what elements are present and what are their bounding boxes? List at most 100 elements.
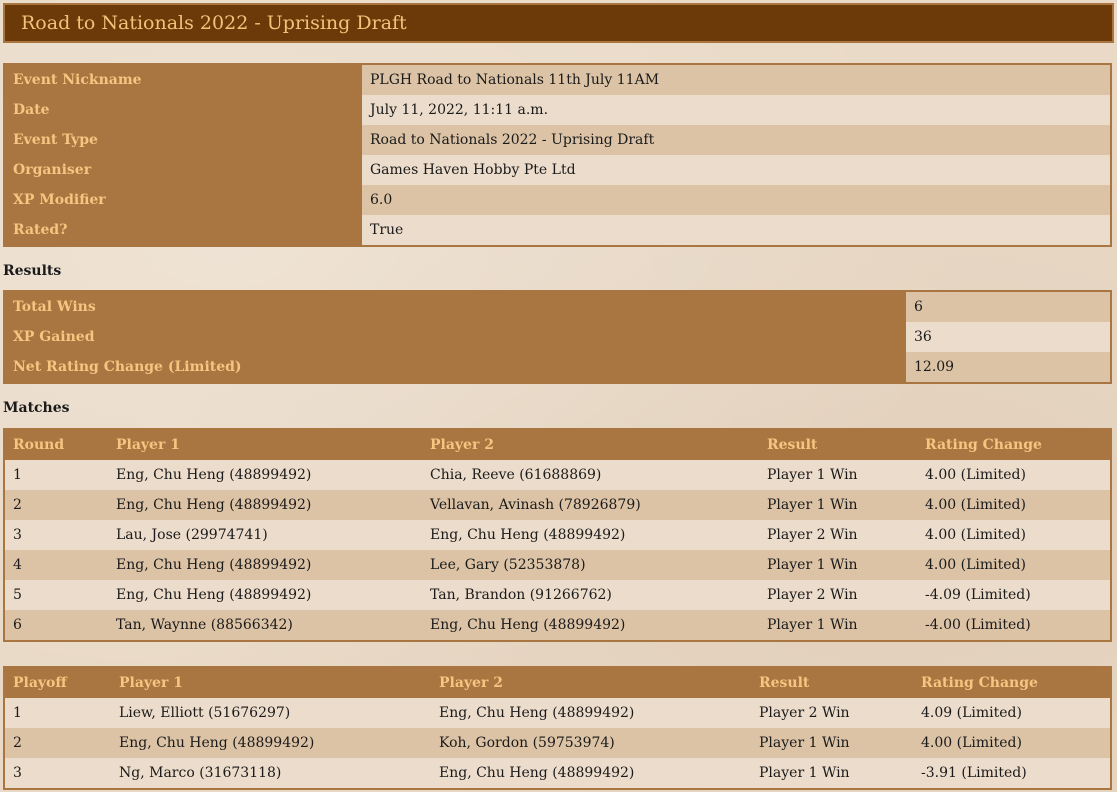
column-header-round[interactable]: Round — [5, 430, 108, 460]
column-header-player1[interactable]: Player 1 — [108, 430, 422, 460]
match-round: 2 — [5, 490, 108, 520]
detail-value: July 11, 2022, 11:11 a.m. — [362, 95, 1110, 125]
detail-label: Event Type — [5, 125, 362, 155]
playoff-round: 1 — [5, 698, 111, 728]
detail-value: 6.0 — [362, 185, 1110, 215]
detail-row: Organiser Games Haven Hobby Pte Ltd — [5, 155, 1110, 185]
match-rating-change: -4.00 (Limited) — [917, 610, 1110, 640]
match-rating-change: 4.00 (Limited) — [917, 460, 1110, 490]
playoff-player2: Koh, Gordon (59753974) — [431, 728, 751, 758]
match-rating-change: 4.00 (Limited) — [917, 550, 1110, 580]
playoff-rating-change: 4.00 (Limited) — [913, 728, 1110, 758]
playoff-player1: Ng, Marco (31673118) — [111, 758, 431, 788]
detail-value: True — [362, 215, 1110, 245]
playoffs-table: Playoff Player 1 Player 2 Result Rating … — [3, 666, 1112, 790]
match-result: Player 1 Win — [759, 490, 917, 520]
playoff-player1: Liew, Elliott (51676297) — [111, 698, 431, 728]
match-result: Player 1 Win — [759, 460, 917, 490]
detail-row: Rated? True — [5, 215, 1110, 245]
result-row: XP Gained 36 — [5, 322, 1110, 352]
match-result: Player 1 Win — [759, 550, 917, 580]
detail-label: Date — [5, 95, 362, 125]
detail-row: Date July 11, 2022, 11:11 a.m. — [5, 95, 1110, 125]
match-player2: Chia, Reeve (61688869) — [422, 460, 759, 490]
playoff-rating-change: -3.91 (Limited) — [913, 758, 1110, 788]
result-row: Net Rating Change (Limited) 12.09 — [5, 352, 1110, 382]
column-header-player2[interactable]: Player 2 — [431, 668, 751, 698]
playoff-row: 1 Liew, Elliott (51676297) Eng, Chu Heng… — [5, 698, 1110, 728]
result-value: 36 — [906, 322, 1110, 352]
match-player1: Lau, Jose (29974741) — [108, 520, 422, 550]
result-label: XP Gained — [5, 322, 906, 352]
column-header-result[interactable]: Result — [759, 430, 917, 460]
result-label: Total Wins — [5, 292, 906, 322]
page-title-bar: Road to Nationals 2022 - Uprising Draft — [3, 3, 1114, 43]
match-player2: Tan, Brandon (91266762) — [422, 580, 759, 610]
match-round: 5 — [5, 580, 108, 610]
match-result: Player 2 Win — [759, 580, 917, 610]
column-header-rating-change[interactable]: Rating Change — [917, 430, 1110, 460]
column-header-result[interactable]: Result — [751, 668, 913, 698]
detail-row: XP Modifier 6.0 — [5, 185, 1110, 215]
playoff-round: 2 — [5, 728, 111, 758]
column-header-playoff[interactable]: Playoff — [5, 668, 111, 698]
detail-row: Event Nickname PLGH Road to Nationals 11… — [5, 65, 1110, 95]
result-value: 12.09 — [906, 352, 1110, 382]
match-rating-change: 4.00 (Limited) — [917, 490, 1110, 520]
detail-value: PLGH Road to Nationals 11th July 11AM — [362, 65, 1110, 95]
match-row: 2 Eng, Chu Heng (48899492) Vellavan, Avi… — [5, 490, 1110, 520]
playoff-result: Player 2 Win — [751, 698, 913, 728]
match-round: 4 — [5, 550, 108, 580]
playoff-player2: Eng, Chu Heng (48899492) — [431, 758, 751, 788]
match-player1: Eng, Chu Heng (48899492) — [108, 490, 422, 520]
playoff-result: Player 1 Win — [751, 758, 913, 788]
results-table: Total Wins 6 XP Gained 36 Net Rating Cha… — [3, 290, 1112, 384]
detail-row: Event Type Road to Nationals 2022 - Upri… — [5, 125, 1110, 155]
match-player2: Vellavan, Avinash (78926879) — [422, 490, 759, 520]
match-result: Player 1 Win — [759, 610, 917, 640]
match-rating-change: 4.00 (Limited) — [917, 520, 1110, 550]
match-round: 1 — [5, 460, 108, 490]
matches-table: Round Player 1 Player 2 Result Rating Ch… — [3, 428, 1112, 642]
playoff-result: Player 1 Win — [751, 728, 913, 758]
column-header-player1[interactable]: Player 1 — [111, 668, 431, 698]
match-row: 3 Lau, Jose (29974741) Eng, Chu Heng (48… — [5, 520, 1110, 550]
detail-label: Rated? — [5, 215, 362, 245]
detail-label: Event Nickname — [5, 65, 362, 95]
detail-value: Road to Nationals 2022 - Uprising Draft — [362, 125, 1110, 155]
match-player2: Eng, Chu Heng (48899492) — [422, 520, 759, 550]
match-player1: Eng, Chu Heng (48899492) — [108, 460, 422, 490]
match-player1: Eng, Chu Heng (48899492) — [108, 550, 422, 580]
match-player1: Tan, Waynne (88566342) — [108, 610, 422, 640]
playoff-player2: Eng, Chu Heng (48899492) — [431, 698, 751, 728]
matches-heading: Matches — [3, 400, 70, 416]
match-player2: Eng, Chu Heng (48899492) — [422, 610, 759, 640]
match-row: 4 Eng, Chu Heng (48899492) Lee, Gary (52… — [5, 550, 1110, 580]
playoff-row: 3 Ng, Marco (31673118) Eng, Chu Heng (48… — [5, 758, 1110, 788]
result-row: Total Wins 6 — [5, 292, 1110, 322]
result-label: Net Rating Change (Limited) — [5, 352, 906, 382]
match-player2: Lee, Gary (52353878) — [422, 550, 759, 580]
playoffs-header-row: Playoff Player 1 Player 2 Result Rating … — [5, 668, 1110, 698]
column-header-player2[interactable]: Player 2 — [422, 430, 759, 460]
event-details-table: Event Nickname PLGH Road to Nationals 11… — [3, 63, 1112, 247]
match-row: 5 Eng, Chu Heng (48899492) Tan, Brandon … — [5, 580, 1110, 610]
playoff-round: 3 — [5, 758, 111, 788]
match-result: Player 2 Win — [759, 520, 917, 550]
match-round: 3 — [5, 520, 108, 550]
detail-label: Organiser — [5, 155, 362, 185]
match-rating-change: -4.09 (Limited) — [917, 580, 1110, 610]
match-player1: Eng, Chu Heng (48899492) — [108, 580, 422, 610]
detail-value: Games Haven Hobby Pte Ltd — [362, 155, 1110, 185]
playoff-rating-change: 4.09 (Limited) — [913, 698, 1110, 728]
results-heading: Results — [3, 263, 62, 279]
detail-label: XP Modifier — [5, 185, 362, 215]
playoff-row: 2 Eng, Chu Heng (48899492) Koh, Gordon (… — [5, 728, 1110, 758]
match-row: 6 Tan, Waynne (88566342) Eng, Chu Heng (… — [5, 610, 1110, 640]
matches-header-row: Round Player 1 Player 2 Result Rating Ch… — [5, 430, 1110, 460]
page-title: Road to Nationals 2022 - Uprising Draft — [21, 12, 407, 34]
column-header-rating-change[interactable]: Rating Change — [913, 668, 1110, 698]
match-row: 1 Eng, Chu Heng (48899492) Chia, Reeve (… — [5, 460, 1110, 490]
playoff-player1: Eng, Chu Heng (48899492) — [111, 728, 431, 758]
result-value: 6 — [906, 292, 1110, 322]
